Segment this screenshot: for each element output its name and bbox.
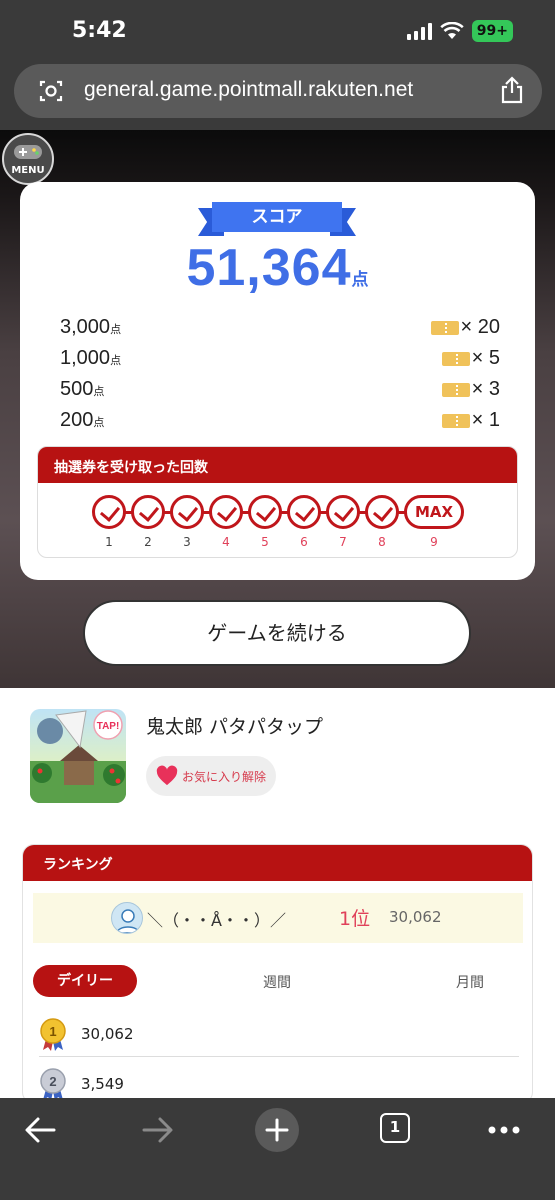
gold-medal-icon: 1 — [40, 1018, 66, 1051]
status-icons: 99+ — [406, 20, 513, 42]
lottery-count-box: 抽選券を受け取った回数 MAX 1 2 3 4 5 6 7 8 9 — [37, 446, 518, 558]
score-number: 51,364 — [186, 239, 352, 297]
tabs-button[interactable]: 1 — [371, 1108, 419, 1152]
silver-medal-icon: 2 — [40, 1068, 66, 1101]
my-nickname: ＼（・・Å・・）／ — [147, 911, 286, 930]
lottery-title: 抽選券を受け取った回数 — [38, 447, 517, 483]
lottery-check-icon — [287, 495, 321, 529]
menu-label: MENU — [11, 165, 45, 176]
new-tab-plus-icon[interactable] — [253, 1108, 301, 1152]
url-text[interactable]: general.game.pointmall.rakuten.net — [84, 78, 413, 102]
reward-row: 500点 × 3 — [60, 378, 500, 400]
lottery-check-icon — [248, 495, 282, 529]
lottery-check-icon — [92, 495, 126, 529]
ranking-card: ランキング ＼（・・Å・・）／ 1位 30,062 デイリー 週間 月間 1 3… — [22, 844, 533, 1104]
tab-daily[interactable]: デイリー — [33, 965, 137, 997]
lottery-step-number: 9 — [430, 535, 438, 549]
reward-row: 1,000点 × 5 — [60, 347, 500, 369]
lottery-step-number: 2 — [144, 535, 152, 549]
game-title: 鬼太郎 パタパタップ — [146, 716, 324, 738]
lottery-check-icon — [209, 495, 243, 529]
remove-favorite-button[interactable]: お気に入り解除 — [146, 756, 276, 796]
avatar — [111, 902, 143, 934]
gamepad-icon — [14, 145, 42, 159]
tab-monthly[interactable]: 月間 — [456, 972, 484, 992]
score-ribbon: スコア — [198, 202, 356, 236]
ranking-score: 3,549 — [81, 1075, 124, 1093]
my-rank-position: 1位 — [339, 908, 371, 930]
ticket-icon — [441, 382, 470, 397]
continue-game-button[interactable]: ゲームを続ける — [83, 600, 471, 666]
heart-icon — [156, 765, 178, 786]
lottery-check-icon — [170, 495, 204, 529]
lottery-check-icon — [365, 495, 399, 529]
lottery-step-number: 5 — [261, 535, 269, 549]
address-bar[interactable]: general.game.pointmall.rakuten.net — [14, 64, 542, 118]
lottery-check-icon — [131, 495, 165, 529]
score-ribbon-label: スコア — [212, 202, 342, 232]
game-thumbnail-illustration: TAP! — [30, 710, 126, 803]
tap-badge-text: TAP! — [97, 721, 120, 732]
wifi-icon — [440, 22, 464, 39]
svg-text:1: 1 — [49, 1024, 56, 1039]
ticket-icon — [441, 351, 470, 366]
tab-weekly[interactable]: 週間 — [263, 972, 291, 992]
reward-row: 200点 × 1 — [60, 409, 500, 431]
my-ranking-row: ＼（・・Å・・）／ 1位 30,062 — [33, 893, 523, 943]
game-thumbnail[interactable]: TAP! — [30, 709, 126, 803]
user-avatar-icon — [116, 909, 140, 933]
browser-address-area: general.game.pointmall.rakuten.net — [0, 64, 555, 130]
browser-toolbar: 1 — [0, 1098, 555, 1200]
score-value: 51,364点 — [20, 238, 535, 298]
lottery-step-number: 8 — [378, 535, 386, 549]
my-rank-score: 30,062 — [389, 908, 442, 926]
score-card: スコア 51,364点 3,000点 × 20 1,000点 × 5 500点 … — [20, 182, 535, 580]
lottery-step-number: 3 — [183, 535, 191, 549]
reward-row: 3,000点 × 20 — [60, 316, 500, 338]
battery-indicator: 99+ — [471, 20, 513, 42]
lottery-step-number: 4 — [222, 535, 230, 549]
status-time: 5:42 — [72, 18, 127, 43]
back-arrow-icon[interactable] — [16, 1108, 64, 1152]
page-settings-icon[interactable] — [38, 78, 64, 104]
ranking-row: 1 30,062 — [39, 1009, 519, 1057]
more-options-icon[interactable] — [480, 1108, 528, 1152]
lottery-step-number: 1 — [105, 535, 113, 549]
ticket-icon — [441, 413, 470, 428]
lottery-max-badge: MAX — [404, 495, 464, 529]
lottery-check-icon — [326, 495, 360, 529]
lottery-step-number: 7 — [339, 535, 347, 549]
game-menu-button[interactable]: MENU — [2, 133, 54, 185]
cellular-signal-icon — [406, 22, 432, 40]
favorite-label: お気に入り解除 — [182, 770, 267, 784]
ranking-score: 30,062 — [81, 1025, 134, 1043]
share-icon[interactable] — [500, 76, 524, 104]
svg-text:2: 2 — [49, 1074, 56, 1089]
tabs-count: 1 — [380, 1113, 410, 1143]
lottery-step-number: 6 — [300, 535, 308, 549]
forward-arrow-icon[interactable] — [134, 1108, 182, 1152]
score-unit: 点 — [351, 270, 369, 290]
game-result-area: MENU スコア 51,364点 3,000点 × 20 1,000点 × 5 … — [0, 130, 555, 688]
ranking-title: ランキング — [23, 845, 532, 881]
status-bar: 5:42 99+ — [0, 0, 555, 64]
ticket-icon — [430, 320, 459, 335]
